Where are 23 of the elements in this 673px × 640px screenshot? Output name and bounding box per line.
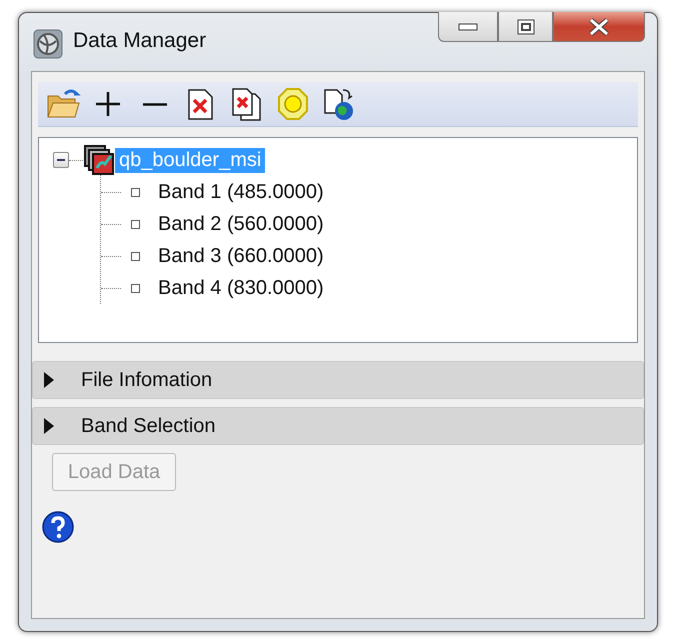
help-icon — [42, 511, 74, 543]
tree-item[interactable]: Band 1 (485.0000) — [158, 180, 324, 204]
tree-item[interactable]: Band 4 (830.0000) — [158, 276, 324, 300]
checkbox[interactable] — [131, 188, 140, 196]
minimize-button[interactable] — [438, 12, 498, 42]
octagon-icon — [275, 86, 311, 122]
checkbox[interactable] — [131, 220, 140, 228]
section-header[interactable]: File Infomation — [32, 361, 644, 399]
close-icon — [588, 18, 610, 36]
window-title: Data Manager — [73, 29, 208, 53]
minus-icon — [143, 102, 167, 106]
checkbox[interactable] — [131, 284, 140, 292]
image-stack-icon — [83, 144, 115, 176]
tree-item[interactable]: Band 2 (560.0000) — [158, 212, 324, 236]
collapse-toggle[interactable] — [53, 152, 69, 168]
section-header[interactable]: Band Selection — [32, 407, 644, 445]
close-button[interactable] — [553, 12, 645, 42]
tree-item[interactable]: Band 3 (660.0000) — [158, 244, 324, 268]
checkbox[interactable] — [131, 252, 140, 260]
maximize-button[interactable] — [498, 12, 553, 42]
maximize-icon — [516, 18, 534, 34]
globe-icon — [33, 29, 63, 59]
minimize-icon — [458, 22, 478, 30]
